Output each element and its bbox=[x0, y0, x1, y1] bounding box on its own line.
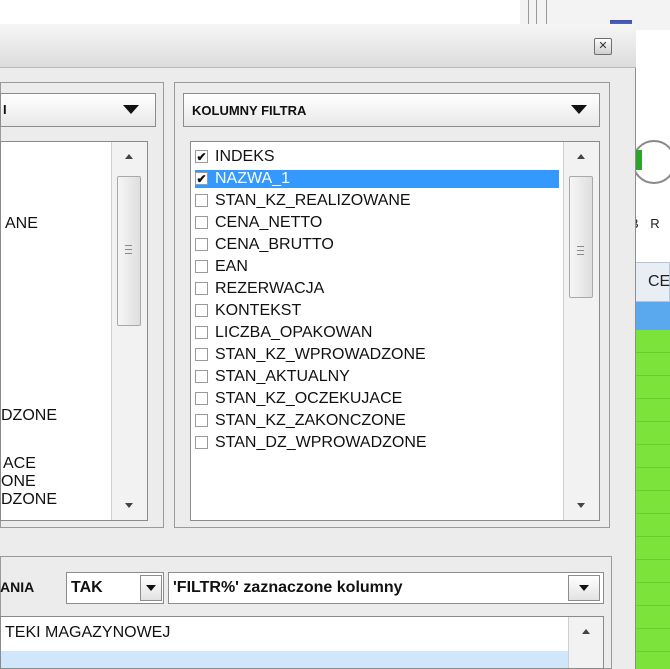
checkbox-checked[interactable]: ✔ bbox=[195, 150, 208, 163]
grip-icon bbox=[125, 245, 132, 246]
chevron-down-icon bbox=[123, 105, 139, 114]
list-item[interactable]: ACE bbox=[3, 455, 36, 473]
filter-column-label: STAN_KZ_WPROWADZONE bbox=[215, 346, 426, 363]
list-item[interactable]: DZONE bbox=[1, 491, 57, 509]
filter-column-item[interactable]: LICZBA_OPAKOWAN bbox=[195, 324, 551, 342]
filter-column-item[interactable]: STAN_KZ_WPROWADZONE bbox=[195, 346, 551, 364]
close-icon: ✕ bbox=[598, 40, 608, 52]
filter-column-label: STAN_DZ_WPROWADZONE bbox=[215, 434, 427, 451]
checkbox[interactable] bbox=[195, 392, 208, 405]
bottom-mode-label: ANIA bbox=[0, 579, 35, 595]
bottom-list[interactable]: TEKI MAGAZYNOWEJ bbox=[0, 616, 604, 669]
checkbox-checked[interactable]: ✔ bbox=[195, 172, 208, 185]
grip-icon bbox=[577, 246, 584, 247]
grip-icon bbox=[577, 254, 584, 255]
scroll-up-icon[interactable] bbox=[125, 154, 133, 159]
grip-icon bbox=[125, 249, 132, 250]
filter-column-item[interactable]: CENA_BRUTTO bbox=[195, 236, 551, 254]
list-item[interactable]: DZONE bbox=[1, 407, 57, 425]
chevron-down-icon bbox=[579, 585, 589, 591]
filter-scrollbar-thumb[interactable] bbox=[569, 176, 593, 298]
filter-column-label: KONTEKST bbox=[215, 302, 302, 319]
filter-column-label: CENA_NETTO bbox=[215, 214, 323, 231]
checkbox[interactable] bbox=[195, 436, 208, 449]
background-selected-row[interactable] bbox=[630, 302, 670, 330]
scroll-down-icon[interactable] bbox=[125, 503, 133, 508]
filter-column-item[interactable]: STAN_KZ_OCZEKUJACE bbox=[195, 390, 551, 408]
checkbox[interactable] bbox=[195, 194, 208, 207]
filter-column-item[interactable]: KONTEKST bbox=[195, 302, 551, 320]
scroll-up-icon[interactable] bbox=[582, 629, 590, 634]
filter-column-item[interactable]: ✔ NAZWA_1 bbox=[195, 170, 559, 188]
list-item[interactable]: ANE bbox=[5, 215, 38, 233]
filter-column-item[interactable]: STAN_AKTUALNY bbox=[195, 368, 551, 386]
filter-column-label: EAN bbox=[215, 258, 248, 275]
filter-column-item[interactable]: ✔ INDEKS bbox=[195, 148, 551, 166]
toggle-value: TAK bbox=[71, 579, 103, 596]
filter-column-item[interactable]: STAN_KZ_REALIZOWANE bbox=[195, 192, 551, 210]
checkbox[interactable] bbox=[195, 216, 208, 229]
filter-column-label: INDEKS bbox=[215, 148, 275, 165]
filter-column-item[interactable]: STAN_KZ_ZAKONCZONE bbox=[195, 412, 551, 430]
checkbox[interactable] bbox=[195, 282, 208, 295]
filter-column-item[interactable]: CENA_NETTO bbox=[195, 214, 551, 232]
scroll-down-icon[interactable] bbox=[577, 503, 585, 508]
filter-columns-list[interactable]: ✔ INDEKS ✔ NAZWA_1 STAN_KZ_REALIZOWANE CENA_N… bbox=[190, 141, 600, 521]
grip-icon bbox=[125, 253, 132, 254]
chevron-down-icon bbox=[146, 585, 156, 591]
filter-column-label: STAN_KZ_REALIZOWANE bbox=[215, 192, 411, 209]
list-item-highlight[interactable] bbox=[1, 651, 569, 668]
filter-column-label: STAN_KZ_OCZEKUJACE bbox=[215, 390, 403, 407]
filter-mode-select[interactable]: 'FILTR%' zaznaczone kolumny bbox=[168, 572, 604, 604]
chevron-down-icon bbox=[571, 105, 587, 114]
background-green-rows[interactable] bbox=[630, 330, 670, 669]
filter-mode-dropdown-button[interactable] bbox=[568, 575, 600, 601]
left-scrollbar-thumb[interactable] bbox=[117, 176, 141, 326]
bottom-list-scrollbar[interactable] bbox=[568, 617, 603, 668]
checkbox[interactable] bbox=[195, 238, 208, 251]
checkbox[interactable] bbox=[195, 326, 208, 339]
list-item[interactable]: TEKI MAGAZYNOWEJ bbox=[5, 624, 170, 642]
grip-icon bbox=[577, 250, 584, 251]
filter-column-label: CENA_BRUTTO bbox=[215, 236, 334, 253]
filter-column-label: LICZBA_OPAKOWAN bbox=[215, 324, 373, 341]
background-indicator bbox=[636, 150, 642, 170]
scroll-up-icon[interactable] bbox=[577, 154, 585, 159]
filter-column-label: STAN_AKTUALNY bbox=[215, 368, 350, 385]
close-button[interactable]: ✕ bbox=[594, 38, 612, 55]
filter-column-label: NAZWA_1 bbox=[215, 170, 290, 187]
dialog-titlebar[interactable] bbox=[0, 24, 636, 68]
checkbox[interactable] bbox=[195, 414, 208, 427]
checkbox[interactable] bbox=[195, 370, 208, 383]
filter-columns-label: KOLUMNY FILTRA bbox=[192, 103, 307, 118]
filter-column-item[interactable]: EAN bbox=[195, 258, 551, 276]
left-columns-list[interactable]: ANE DZONE ACE ONE DZONE bbox=[0, 141, 148, 521]
toggle-dropdown-button[interactable] bbox=[140, 575, 162, 601]
filter-mode-value: 'FILTR%' zaznaczone kolumny bbox=[173, 579, 403, 596]
filter-column-item[interactable]: REZERWACJA bbox=[195, 280, 551, 298]
checkbox[interactable] bbox=[195, 304, 208, 317]
background-column-label: CE bbox=[648, 273, 670, 290]
list-item[interactable]: ONE bbox=[1, 473, 36, 491]
filter-column-label: STAN_KZ_ZAKONCZONE bbox=[215, 412, 406, 429]
filter-column-label: REZERWACJA bbox=[215, 280, 325, 297]
checkbox[interactable] bbox=[195, 348, 208, 361]
left-dropdown-label: I bbox=[3, 102, 7, 117]
checkbox[interactable] bbox=[195, 260, 208, 273]
filter-column-item[interactable]: STAN_DZ_WPROWADZONE bbox=[195, 434, 551, 452]
